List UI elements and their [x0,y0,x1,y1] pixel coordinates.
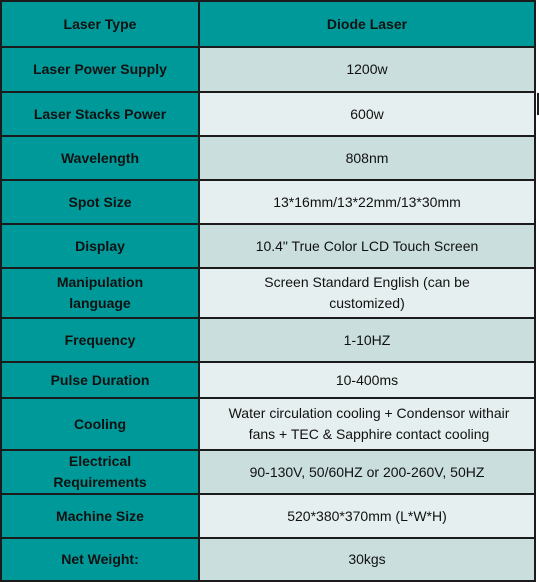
row-value: 808nm [198,135,536,181]
row-label: Frequency [0,317,200,363]
row-value: Water circulation cooling + Condensor wi… [198,397,536,451]
table-row: Pulse Duration 10-400ms [0,361,536,399]
table-row: Machine Size 520*380*370mm (L*W*H) [0,493,536,539]
row-value: 1200w [198,46,536,93]
row-value: 30kgs [198,537,536,582]
table-row: Frequency 1-10HZ [0,317,536,363]
row-value: 520*380*370mm (L*W*H) [198,493,536,539]
table-row: Spot Size 13*16mm/13*22mm/13*30mm [0,179,536,225]
row-label: Machine Size [0,493,200,539]
row-value: 1-10HZ [198,317,536,363]
row-label: Laser Stacks Power [0,91,200,137]
table-row: Display 10.4" True Color LCD Touch Scree… [0,223,536,269]
row-value: 10.4" True Color LCD Touch Screen [198,223,536,269]
table-row: Cooling Water circulation cooling + Cond… [0,397,536,451]
table-row: Manipulation language Screen Standard En… [0,267,536,319]
row-label: Electrical Requirements [0,449,200,495]
row-label: Display [0,223,200,269]
table-row: Laser Power Supply 1200w [0,46,536,93]
row-label: Net Weight: [0,537,200,582]
table-row: Net Weight: 30kgs [0,537,536,582]
row-label: Laser Power Supply [0,46,200,93]
header-value: Diode Laser [198,0,536,48]
header-label: Laser Type [0,0,200,48]
row-value: 600w [198,91,536,137]
row-value: 13*16mm/13*22mm/13*30mm [198,179,536,225]
table-row: Electrical Requirements 90-130V, 50/60HZ… [0,449,536,495]
spec-table: Laser Type Diode Laser Laser Power Suppl… [0,0,536,582]
row-label: Manipulation language [0,267,200,319]
table-row: Wavelength 808nm [0,135,536,181]
row-value: Screen Standard English (can be customiz… [198,267,536,319]
row-label: Spot Size [0,179,200,225]
row-label: Pulse Duration [0,361,200,399]
row-label: Wavelength [0,135,200,181]
row-value: 90-130V, 50/60HZ or 200-260V, 50HZ [198,449,536,495]
table-row: Laser Stacks Power 600w [0,91,536,137]
table-header-row: Laser Type Diode Laser [0,0,536,48]
row-value: 10-400ms [198,361,536,399]
row-label: Cooling [0,397,200,451]
